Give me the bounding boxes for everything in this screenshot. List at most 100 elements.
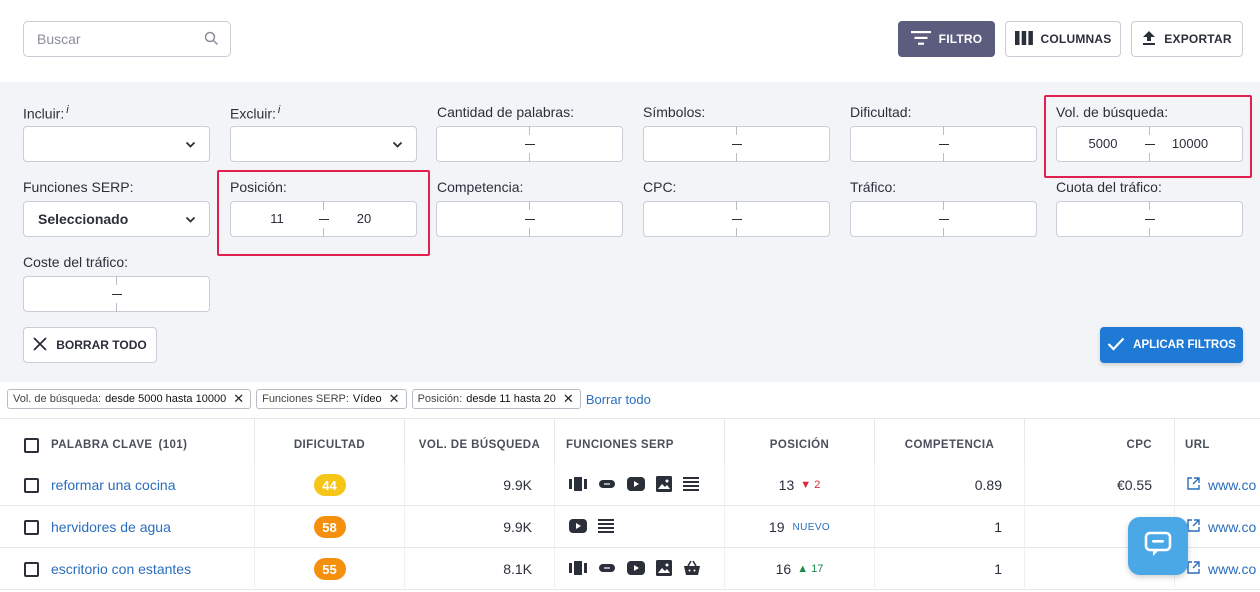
- filter-chip: Funciones SERP: Vídeo ✕: [256, 389, 407, 409]
- external-link-icon[interactable]: [1187, 519, 1200, 535]
- cpc-label: CPC:: [643, 179, 677, 195]
- columns-button-label: COLUMNAS: [1040, 32, 1112, 46]
- row-checkbox[interactable]: [24, 519, 39, 535]
- info-icon[interactable]: i: [66, 104, 68, 116]
- clear-all-label: BORRAR TODO: [56, 338, 147, 352]
- url-link[interactable]: www.co: [1208, 477, 1256, 493]
- close-icon[interactable]: ✕: [563, 391, 574, 407]
- cpc-value: €0.55: [1025, 464, 1175, 506]
- check-icon: [1107, 337, 1125, 354]
- apply-filters-button[interactable]: APLICAR FILTROS: [1100, 327, 1243, 363]
- traffic-cost-label: Coste del tráfico:: [23, 254, 129, 270]
- volume-value: 9.9K: [405, 506, 555, 548]
- traffic-cost-range[interactable]: [23, 276, 210, 312]
- filter-button-label: FILTRO: [938, 32, 983, 46]
- highlight-position: [217, 170, 430, 256]
- word-count-range[interactable]: [436, 126, 623, 162]
- external-link-icon[interactable]: [1187, 561, 1200, 577]
- competition-value: 0.89: [875, 464, 1025, 506]
- info-icon[interactable]: i: [278, 104, 280, 116]
- search-input[interactable]: [24, 22, 194, 55]
- row-checkbox[interactable]: [24, 561, 39, 577]
- keyword-link[interactable]: hervidores de agua: [51, 519, 171, 535]
- difficulty-badge: 58: [313, 516, 346, 538]
- position-change-up: ▲ 17: [797, 563, 824, 575]
- clear-chips-link[interactable]: Borrar todo: [586, 392, 651, 407]
- position-change-down: ▼ 2: [800, 479, 821, 491]
- table-row: reformar una cocina 44 9.9K 13 ▼ 2 0.89 …: [0, 464, 1260, 506]
- carousel-icon[interactable]: [569, 560, 587, 578]
- select-all-checkbox[interactable]: [24, 437, 39, 453]
- difficulty-range[interactable]: [850, 126, 1037, 162]
- table-header: PALABRA CLAVE (101) DIFICULTAD VOL. DE B…: [0, 418, 1260, 471]
- keyword-link[interactable]: reformar una cocina: [51, 477, 176, 493]
- traffic-share-label: Cuota del tráfico:: [1056, 179, 1162, 195]
- competition-label: Competencia:: [437, 179, 524, 195]
- serp-features-label: Funciones SERP:: [23, 179, 134, 195]
- link-icon[interactable]: [598, 477, 616, 493]
- table-row: hervidores de agua 58 9.9K 19 NUEVO 1 €0…: [0, 506, 1260, 548]
- symbols-label: Símbolos:: [643, 104, 706, 120]
- position-value: 19: [768, 519, 785, 535]
- word-count-label: Cantidad de palabras:: [437, 104, 574, 120]
- traffic-range[interactable]: [850, 201, 1037, 237]
- url-link[interactable]: www.co: [1208, 519, 1256, 535]
- video-icon[interactable]: [627, 476, 645, 494]
- filter-icon: [910, 30, 931, 48]
- chevron-down-icon: [392, 137, 403, 155]
- link-icon[interactable]: [598, 561, 616, 577]
- difficulty-badge: 55: [313, 558, 346, 580]
- traffic-label: Tráfico:: [850, 179, 897, 195]
- volume-value: 9.9K: [405, 464, 555, 506]
- export-button[interactable]: EXPORTAR: [1131, 21, 1243, 57]
- table-row: escritorio con estantes 55 8.1K 16 ▲ 17 …: [0, 548, 1260, 590]
- chat-icon: [1143, 530, 1173, 563]
- top-bar: FILTRO COLUMNAS EXPORTAR: [0, 0, 1260, 82]
- video-icon[interactable]: [569, 518, 587, 536]
- clear-all-button[interactable]: BORRAR TODO: [23, 327, 157, 363]
- external-link-icon[interactable]: [1187, 477, 1200, 493]
- competition-value: 1: [875, 548, 1025, 590]
- filter-button[interactable]: FILTRO: [898, 21, 995, 57]
- search-icon[interactable]: [204, 31, 219, 51]
- cpc-range[interactable]: [643, 201, 830, 237]
- apply-filters-label: APLICAR FILTROS: [1133, 339, 1236, 351]
- symbols-range[interactable]: [643, 126, 830, 162]
- difficulty-label: Dificultad:: [850, 104, 912, 120]
- shopping-icon[interactable]: [683, 560, 701, 579]
- list-icon[interactable]: [598, 518, 614, 536]
- traffic-share-range[interactable]: [1056, 201, 1243, 237]
- exclude-select[interactable]: [230, 126, 417, 162]
- chevron-down-icon: [185, 212, 196, 230]
- position-new-badge: NUEVO: [792, 521, 831, 533]
- position-value: 13: [778, 477, 795, 493]
- carousel-icon[interactable]: [569, 476, 587, 494]
- url-link[interactable]: www.co: [1208, 561, 1256, 577]
- include-label: Incluir: i: [23, 104, 69, 122]
- active-filter-chips: Vol. de búsqueda: desde 5000 hasta 10000 …: [7, 389, 651, 409]
- image-icon[interactable]: [656, 559, 672, 579]
- keyword-link[interactable]: escritorio con estantes: [51, 561, 191, 577]
- chat-widget-button[interactable]: [1128, 517, 1188, 575]
- difficulty-badge: 44: [313, 474, 346, 496]
- search-box: [23, 21, 231, 57]
- highlight-search-volume: [1044, 95, 1252, 178]
- row-checkbox[interactable]: [24, 477, 39, 493]
- close-icon[interactable]: ✕: [389, 391, 400, 407]
- columns-button[interactable]: COLUMNAS: [1005, 21, 1121, 57]
- filter-chip: Vol. de búsqueda: desde 5000 hasta 10000 …: [7, 389, 252, 409]
- image-icon[interactable]: [656, 475, 672, 495]
- close-icon: [33, 336, 47, 354]
- columns-icon: [1014, 30, 1033, 48]
- video-icon[interactable]: [627, 560, 645, 578]
- exclude-label: Excluir: i: [230, 104, 281, 122]
- include-select[interactable]: [23, 126, 210, 162]
- competition-range[interactable]: [436, 201, 623, 237]
- close-icon[interactable]: ✕: [233, 391, 244, 407]
- list-icon[interactable]: [683, 476, 699, 494]
- export-button-label: EXPORTAR: [1164, 32, 1232, 46]
- volume-value: 8.1K: [405, 548, 555, 590]
- upload-icon: [1142, 30, 1156, 48]
- filter-chip: Posición: desde 11 hasta 20 ✕: [411, 389, 581, 409]
- serp-features-select[interactable]: Seleccionado: [23, 201, 210, 237]
